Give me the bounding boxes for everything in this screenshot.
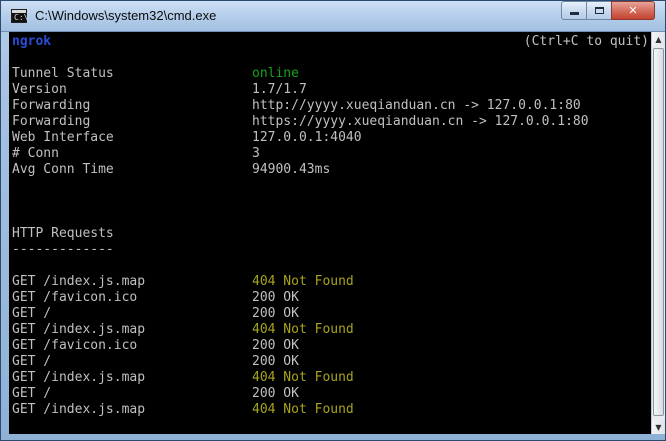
request-status: 404 Not Found: [252, 274, 354, 289]
request-status: 200 OK: [252, 386, 299, 401]
title-bar[interactable]: C:\ C:\Windows\system32\cmd.exe ✕: [1, 1, 665, 32]
status-value-avg-conn-time: 94900.43ms: [252, 162, 331, 177]
requests-heading: HTTP Requests: [12, 226, 114, 241]
status-label-forwarding-http: Forwarding: [12, 98, 91, 113]
status-value-version: 1.7/1.7: [252, 82, 307, 97]
request-status: 404 Not Found: [252, 370, 354, 385]
close-button[interactable]: ✕: [611, 1, 655, 20]
maximize-button[interactable]: [586, 1, 612, 20]
status-label-version: Version: [12, 82, 67, 97]
status-label-tunnel-status: Tunnel Status: [12, 66, 114, 81]
cmd-icon-prompt: C:\: [14, 13, 29, 22]
close-icon: ✕: [628, 4, 638, 17]
request-path: GET /: [12, 306, 52, 321]
window-title: C:\Windows\system32\cmd.exe: [35, 8, 217, 23]
cmd-icon[interactable]: C:\: [11, 9, 29, 23]
request-status: 404 Not Found: [252, 402, 354, 417]
status-value-conn: 3: [252, 146, 260, 161]
requests-underline: -------------: [12, 242, 114, 257]
status-value-forwarding-https: https://yyyy.xueqianduan.cn -> 127.0.0.1…: [252, 114, 589, 129]
minimize-button[interactable]: [561, 1, 587, 20]
request-path: GET /index.js.map: [12, 274, 146, 289]
request-status: 200 OK: [252, 354, 299, 369]
request-path: GET /: [12, 386, 52, 401]
status-label-avg-conn-time: Avg Conn Time: [12, 162, 114, 177]
request-status: 200 OK: [252, 290, 299, 305]
request-path: GET /index.js.map: [12, 370, 146, 385]
request-status: 404 Not Found: [252, 322, 354, 337]
scrollbar-thumb[interactable]: [653, 48, 664, 416]
status-value-tunnel-status: online: [252, 66, 299, 81]
window-controls: ✕: [561, 1, 655, 21]
maximize-icon: [594, 7, 604, 14]
app-name: ngrok: [12, 34, 52, 49]
status-label-conn: # Conn: [12, 146, 59, 161]
request-path: GET /index.js.map: [12, 402, 146, 417]
request-path: GET /: [12, 354, 52, 369]
vertical-scrollbar[interactable]: ▲ ▼: [651, 32, 665, 434]
status-label-web-interface: Web Interface: [12, 130, 114, 145]
request-status: 200 OK: [252, 338, 299, 353]
quit-hint: (Ctrl+C to quit): [523, 34, 649, 49]
request-status: 200 OK: [252, 306, 299, 321]
cmd-window: C:\ C:\Windows\system32\cmd.exe ✕ ngrok …: [0, 0, 666, 441]
request-path: GET /favicon.ico: [12, 338, 138, 353]
status-value-forwarding-http: http://yyyy.xueqianduan.cn -> 127.0.0.1:…: [252, 98, 581, 113]
minimize-icon: [569, 12, 579, 15]
request-path: GET /index.js.map: [12, 322, 146, 337]
scroll-up-arrow-icon[interactable]: ▲: [652, 32, 665, 46]
console-output[interactable]: ngrok (Ctrl+C to quit) Tunnel Status onl…: [9, 32, 651, 434]
status-value-web-interface: 127.0.0.1:4040: [252, 130, 362, 145]
request-path: GET /favicon.ico: [12, 290, 138, 305]
status-label-forwarding-https: Forwarding: [12, 114, 91, 129]
scroll-down-arrow-icon[interactable]: ▼: [652, 420, 665, 434]
